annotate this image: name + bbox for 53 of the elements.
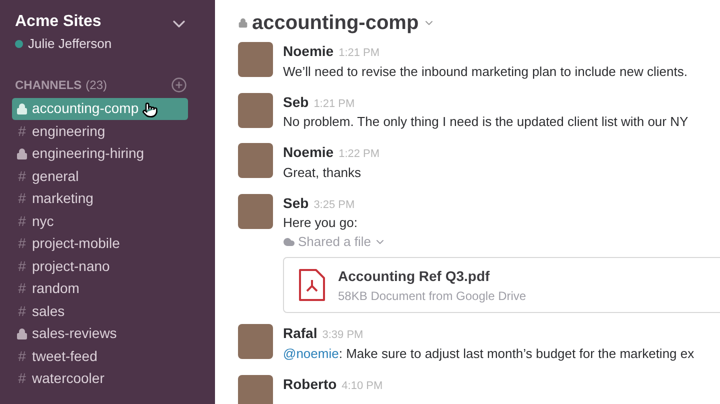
pdf-file-icon [298,268,326,302]
add-channel-icon[interactable] [171,76,187,92]
cloud-icon [283,236,295,248]
channel-item[interactable]: # general [12,165,188,188]
message-text: No problem. The only thing I need is the updated client list with our NY [283,113,688,131]
pointer-cursor-icon [142,102,158,118]
channel-item[interactable]: # project-nano [12,255,188,278]
channel-item[interactable]: engineering-hiring [12,142,188,165]
channels-heading[interactable]: CHANNELS [15,76,82,94]
lock-icon [16,102,28,115]
hash-sign: # [17,256,27,276]
hash-sign: # [17,346,27,366]
channel-item[interactable]: # engineering [12,120,188,142]
channel-title[interactable]: accounting-comp [252,8,419,38]
hash-sign: # [17,189,27,208]
hash-sign: # [17,279,27,298]
channel-count: (23) [86,76,108,94]
channel-item[interactable]: # nyc [12,210,188,232]
channel-item[interactable]: # random [12,278,188,300]
author-name[interactable]: Roberto [283,374,337,392]
hash-sign: # [17,369,27,388]
channel-item[interactable]: # sales [12,300,188,322]
message-text: We’ll need to revise the inbound marketing plan to include new clients. [283,62,688,81]
message-text: Great, thanks [283,164,362,182]
hash-sign: # [17,234,27,254]
channel-item[interactable]: # tweet-feed [12,345,188,368]
avatar-placeholder[interactable] [238,374,273,404]
channel-item[interactable]: # project-mobile [12,232,188,255]
avatar-placeholder[interactable] [238,194,273,228]
author-name[interactable]: Seb [283,92,309,110]
team-name[interactable]: Acme Sites [15,12,112,32]
message-text: : Make sure to adjust last month’s budget for the marketing ex [338,344,694,363]
author-name[interactable]: Noemie [283,143,334,161]
channel-item[interactable]: # watercooler [12,368,188,390]
hash-sign: # [17,166,27,186]
message-text: Here you go: [283,214,358,232]
channel-item[interactable]: sales-reviews [12,322,188,345]
file-card[interactable]: Accounting Ref Q3.pdf 58KB Document from Google Drive [283,257,720,313]
user-mention[interactable]: @noemie [283,344,339,364]
user-name: Julie Jefferson [28,35,112,53]
hash-sign: # [17,302,27,321]
author-name[interactable]: Seb [283,194,309,212]
hash-sign: # [17,212,27,231]
author-name[interactable]: Noemie [283,42,334,60]
lock-icon [16,148,28,160]
lock-icon [238,18,248,28]
avatar-placeholder[interactable] [238,92,273,128]
author-name[interactable]: Rafal [283,324,318,342]
lock-icon [16,328,28,340]
channel-item[interactable]: # marketing [12,188,188,210]
file-name[interactable]: Accounting Ref Q3.pdf [338,266,526,286]
hash-sign: # [17,122,27,141]
file-details: 58KB Document from Google Drive [338,288,526,304]
